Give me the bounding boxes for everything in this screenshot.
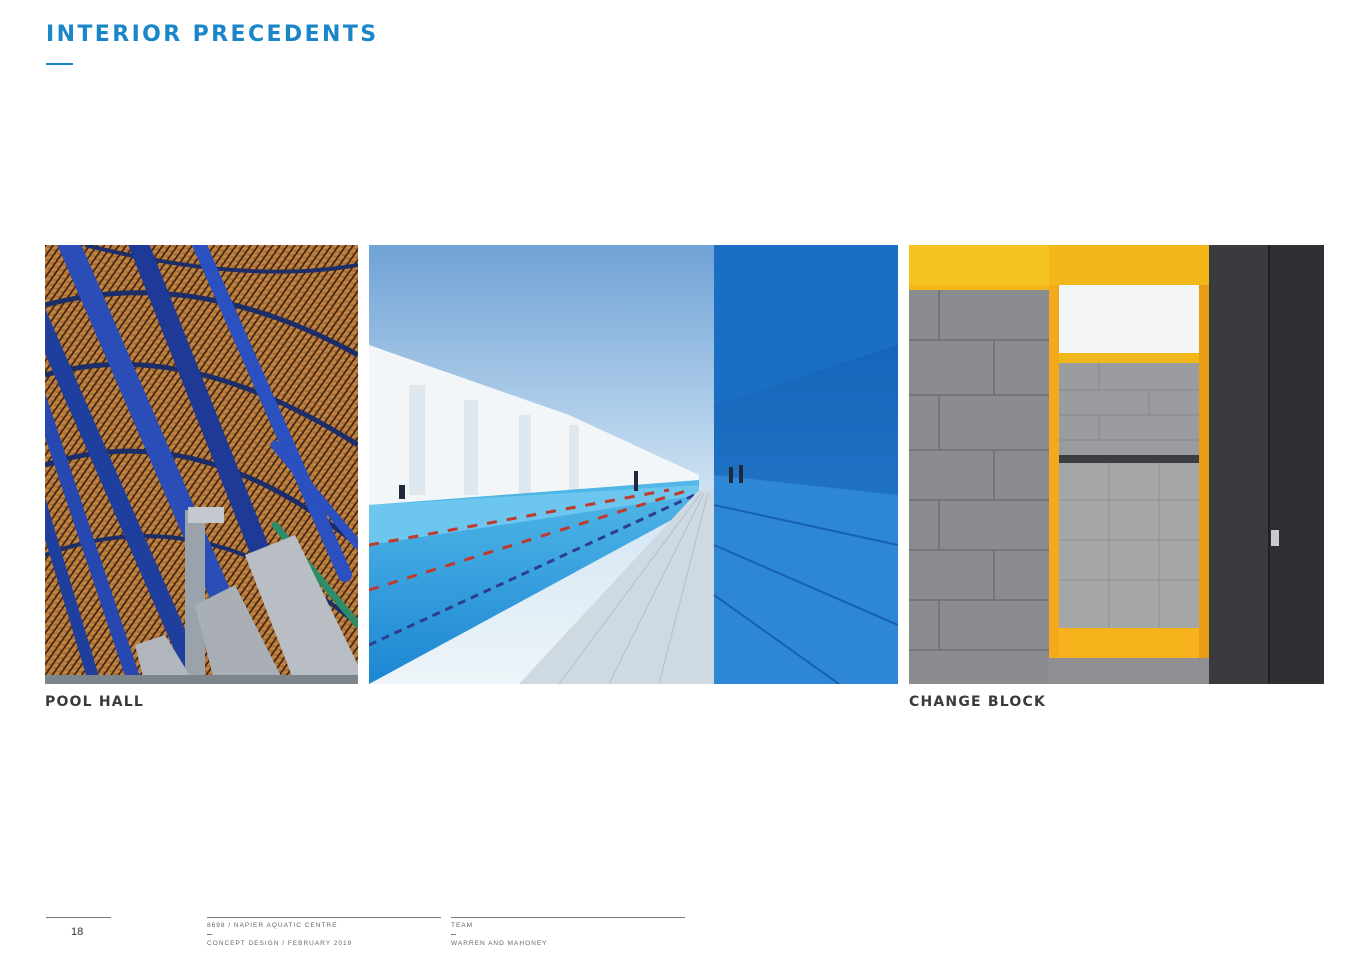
footer-dash [207,934,212,935]
footer-dash [451,934,456,935]
pool-hall-caption: POOL HALL [45,694,145,710]
footer-team-label: TEAM [451,922,474,929]
footer-rule-project [207,917,441,918]
footer-rule-page [46,917,111,918]
footer-project: 8698 / NAPIER AQUATIC CENTRE [207,922,338,929]
lap-pool-photo [369,245,898,684]
change-block-caption: CHANGE BLOCK [909,694,1046,710]
title-underline [46,63,73,65]
footer-team-name: WARREN AND MAHONEY [451,940,548,947]
change-block-photo [909,245,1324,684]
footer-stage: CONCEPT DESIGN / FEBRUARY 2019 [207,940,353,947]
page-number: 18 [71,926,84,938]
footer-rule-team [451,917,685,918]
pool-hall-photo [45,245,358,684]
page-title: INTERIOR PRECEDENTS [46,22,379,47]
